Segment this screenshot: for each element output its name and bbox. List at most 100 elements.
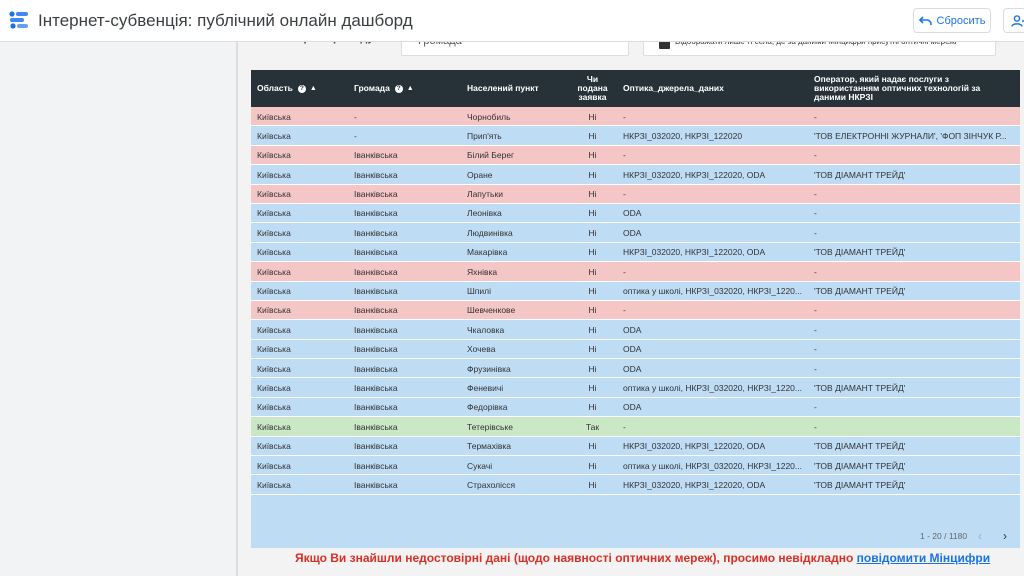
cell-settlement: Чорнобиль	[467, 111, 511, 122]
cell-operator: 'ТОВ ДІАМАНТ ТРЕЙД'	[814, 169, 906, 180]
table-row[interactable]: Київська Іванківська Страхолісся Ні НКРЗІ_03…	[251, 475, 1020, 495]
cell-applied: Ні	[588, 150, 597, 161]
column-header-label: Область	[257, 83, 293, 93]
cell-operator: -	[814, 111, 817, 122]
column-header-label: Оператор, який надає послуги з використа…	[814, 74, 981, 102]
table-row[interactable]: Київська Іванківська Яхнівка Ні - -	[251, 262, 1020, 282]
report-to-mintsyfra-link[interactable]: повідомити Мінцифри	[857, 551, 990, 565]
table-row[interactable]: Київська - Чорнобиль Ні - -	[251, 107, 1020, 127]
cell-oblast: Київська	[257, 227, 291, 238]
feedback-notice: Якщо Ви знайшли недостовірні дані (щодо …	[295, 551, 990, 565]
cell-oblast: Київська	[257, 286, 291, 297]
cell-gromada: Іванківська	[354, 305, 398, 316]
table-body: Київська - Чорнобиль Ні - - Київська - Прип'ять Н…	[251, 107, 1020, 495]
cell-settlement: Термахівка	[467, 441, 512, 452]
column-header-operator[interactable]: Оператор, який надає послуги з використа…	[814, 70, 1004, 107]
table-row[interactable]: Київська Іванківська Білий Берег Ні - -	[251, 145, 1020, 166]
app-header: Інтернет-субвенція: публічний онлайн даш…	[0, 0, 1024, 42]
cell-applied: Ні	[588, 479, 597, 490]
cell-oblast: Київська	[257, 189, 291, 200]
cell-applied: Ні	[588, 382, 597, 393]
table-row[interactable]: Київська Іванківська Сукачі Ні оптика у школ…	[251, 456, 1020, 476]
cell-operator: 'ТОВ ДІАМАНТ ТРЕЙД'	[814, 441, 906, 452]
cell-settlement: Сукачі	[467, 460, 493, 471]
cell-oblast: Київська	[257, 111, 291, 122]
cell-gromada: Іванківська	[354, 189, 398, 200]
cell-oblast: Київська	[257, 479, 291, 490]
cell-applied: Ні	[588, 441, 597, 452]
cell-operator: -	[814, 421, 817, 432]
cell-operator: 'ТОВ ДІАМАНТ ТРЕЙД'	[814, 479, 906, 490]
table-row[interactable]: Київська Іванківська Шевченкове Ні - -	[251, 300, 1020, 321]
cell-operator: -	[814, 150, 817, 161]
column-header-applied[interactable]: Чи подана заявка	[571, 70, 614, 107]
table-row[interactable]: Київська Іванківська Федорівка Ні ODA -	[251, 397, 1020, 418]
left-side-panel	[0, 42, 236, 576]
cell-optics: оптика у школі, НКРЗІ_032020, НКРЗІ_1220…	[623, 382, 802, 393]
cell-gromada: Іванківська	[354, 247, 398, 258]
cell-gromada: Іванківська	[354, 460, 398, 471]
table-row[interactable]: Київська Іванківська Феневичі Ні оптика у шк…	[251, 378, 1020, 398]
cell-optics: оптика у школі, НКРЗІ_032020, НКРЗІ_1220…	[623, 460, 802, 471]
cell-applied: Ні	[588, 169, 597, 180]
cell-applied: Ні	[588, 227, 597, 238]
cell-settlement: Макарівка	[467, 247, 508, 258]
cell-gromada: Іванківська	[354, 382, 398, 393]
column-header-oblast[interactable]: Область ? ▲	[257, 70, 352, 107]
looker-studio-logo-icon	[9, 11, 28, 29]
table-row[interactable]: Київська Іванківська Макарівка Ні НКРЗІ_0320…	[251, 242, 1020, 263]
info-icon[interactable]: ?	[394, 84, 403, 93]
cell-oblast: Київська	[257, 305, 291, 316]
cell-gromada: Іванківська	[354, 363, 398, 374]
cell-operator: -	[814, 208, 817, 219]
cell-gromada: Іванківська	[354, 441, 398, 452]
cell-oblast: Київська	[257, 421, 291, 432]
cell-gromada: -	[354, 111, 357, 122]
cell-settlement: Прип'ять	[467, 130, 502, 141]
table-row[interactable]: Київська Іванківська Лапутьки Ні - -	[251, 184, 1020, 204]
cell-gromada: Іванківська	[354, 286, 398, 297]
cell-settlement: Леонівка	[467, 208, 502, 219]
cell-gromada: Іванківська	[354, 208, 398, 219]
cell-optics: ODA	[623, 324, 642, 335]
table-row[interactable]: Київська - Прип'ять Ні НКРЗІ_032020, НКРЗІ_1…	[251, 126, 1020, 146]
cell-settlement: Феневичі	[467, 382, 504, 393]
sort-ascending-icon: ▲	[406, 85, 414, 92]
cell-oblast: Київська	[257, 169, 291, 180]
cell-oblast: Київська	[257, 324, 291, 335]
cell-settlement: Тетерівське	[467, 421, 513, 432]
table-row[interactable]: Київська Іванківська Фрузинівка Ні ODA -	[251, 359, 1020, 379]
info-icon[interactable]: ?	[297, 84, 306, 93]
cell-optics: НКРЗІ_032020, НКРЗІ_122020, ODA	[623, 169, 766, 180]
cell-optics: НКРЗІ_032020, НКРЗІ_122020, ODA	[623, 441, 766, 452]
cell-gromada: Іванківська	[354, 402, 398, 413]
column-header-gromada[interactable]: Громада ? ▲	[354, 70, 464, 107]
cell-gromada: Іванківська	[354, 344, 398, 355]
column-header-optics-sources[interactable]: Оптика_джерела_даних	[623, 70, 803, 107]
cell-optics: ODA	[623, 208, 642, 219]
cell-optics: НКРЗІ_032020, НКРЗІ_122020	[623, 130, 743, 141]
cell-gromada: Іванківська	[354, 150, 398, 161]
next-page-chevron-icon[interactable]: ›	[1003, 529, 1007, 543]
share-button[interactable]	[1003, 8, 1024, 33]
cell-settlement: Страхолісся	[467, 479, 516, 490]
column-header-settlement[interactable]: Населений пункт	[467, 70, 567, 107]
cell-applied: Ні	[588, 344, 597, 355]
cell-oblast: Київська	[257, 208, 291, 219]
table-row[interactable]: Київська Іванківська Людвинівка Ні ODA -	[251, 223, 1020, 243]
table-row[interactable]: Київська Іванківська Леонівка Ні ODA -	[251, 203, 1020, 224]
table-row[interactable]: Київська Іванківська Хочева Ні ODA -	[251, 339, 1020, 360]
cell-applied: Ні	[588, 130, 597, 141]
cell-settlement: Чкаловка	[467, 324, 505, 335]
cell-operator: 'ТОВ ДІАМАНТ ТРЕЙД'	[814, 286, 906, 297]
cell-optics: оптика у школі, НКРЗІ_032020, НКРЗІ_1220…	[623, 286, 802, 297]
table-row[interactable]: Київська Іванківська Термахівка Ні НКРЗІ_032…	[251, 436, 1020, 457]
cell-applied: Ні	[588, 460, 597, 471]
table-row[interactable]: Київська Іванківська Тетерівське Так - -	[251, 417, 1020, 437]
cell-operator: -	[814, 227, 817, 238]
table-row[interactable]: Київська Іванківська Оране Ні НКРЗІ_032020, …	[251, 165, 1020, 185]
table-row[interactable]: Київська Іванківська Чкаловка Ні ODA -	[251, 320, 1020, 340]
previous-page-chevron-icon[interactable]: ‹	[978, 529, 982, 543]
reset-button[interactable]: Сбросить	[913, 8, 991, 33]
table-row[interactable]: Київська Іванківська Шпилі Ні оптика у школі…	[251, 281, 1020, 301]
